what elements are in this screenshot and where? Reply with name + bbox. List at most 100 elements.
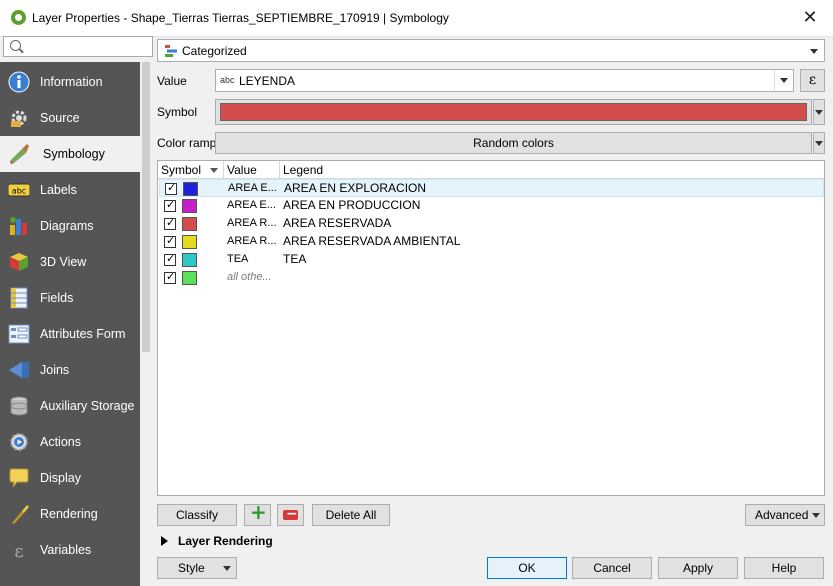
close-button[interactable]: ✕ <box>799 6 821 28</box>
table-row[interactable]: all othe... <box>159 269 824 287</box>
expression-button[interactable]: ε <box>800 69 825 92</box>
variables-icon: ε <box>14 541 23 561</box>
classify-button[interactable]: Classify <box>157 504 237 526</box>
value-label: Value <box>157 74 187 88</box>
column-header-symbol[interactable]: Symbol <box>158 161 224 179</box>
source-icon <box>11 110 27 127</box>
table-row[interactable]: AREA E... AREA EN PRODUCCION <box>159 197 824 215</box>
search-icon <box>10 40 21 51</box>
category-legend: AREA EN EXPLORACION <box>284 181 427 195</box>
advanced-button-label: Advanced <box>755 508 809 522</box>
sidebar-item-label: Symbology <box>43 147 105 161</box>
sidebar-item-auxiliary-storage[interactable]: Auxiliary Storage <box>0 388 140 424</box>
title-bar: Layer Properties - Shape_Tierras Tierras… <box>0 0 833 37</box>
chevron-down-icon <box>815 141 823 146</box>
category-legend: TEA <box>283 252 307 266</box>
help-button[interactable]: Help <box>744 557 824 579</box>
auxiliary-storage-icon <box>10 396 28 416</box>
category-symbol-swatch[interactable] <box>182 199 197 213</box>
category-symbol-swatch[interactable] <box>183 182 198 196</box>
table-row[interactable]: AREA R... AREA RESERVADA <box>159 215 824 233</box>
sidebar-item-rendering[interactable]: Rendering <box>0 496 140 532</box>
category-symbol-swatch[interactable] <box>182 235 197 249</box>
ok-button[interactable]: OK <box>487 557 567 579</box>
sidebar-item-symbology[interactable]: Symbology <box>0 136 140 172</box>
style-button-label: Style <box>178 561 205 575</box>
sidebar-item-labels[interactable]: abc Labels <box>0 172 140 208</box>
sidebar-item-information[interactable]: Information <box>0 64 140 100</box>
sidebar-item-actions[interactable]: Actions <box>0 424 140 460</box>
category-legend: AREA RESERVADA <box>283 216 392 230</box>
apply-button[interactable]: Apply <box>658 557 738 579</box>
sidebar-item-source[interactable]: Source <box>0 100 140 136</box>
category-checkbox[interactable] <box>165 181 177 195</box>
sidebar-item-joins[interactable]: Joins <box>0 352 140 388</box>
category-value: AREA R... <box>227 217 277 229</box>
table-row[interactable]: AREA E... AREA EN EXPLORACION <box>159 179 824 197</box>
sidebar-item-label: Attributes Form <box>40 327 126 341</box>
sidebar: Information Source Symbology abc Labels … <box>0 62 140 586</box>
rendering-icon <box>12 505 29 524</box>
search-input[interactable] <box>3 36 153 57</box>
category-checkbox[interactable] <box>164 270 176 284</box>
sidebar-item-label: Auxiliary Storage <box>40 399 135 413</box>
plus-icon: + <box>250 500 267 524</box>
renderer-type-select[interactable]: Categorized <box>157 39 825 62</box>
table-row[interactable]: TEA TEA <box>159 251 824 269</box>
categories-table[interactable]: Symbol Value Legend AREA E... AREA EN EX… <box>157 160 825 496</box>
sidebar-scrollbar[interactable] <box>140 62 153 586</box>
add-category-button[interactable]: + <box>244 500 271 526</box>
sidebar-item-diagrams[interactable]: Diagrams <box>0 208 140 244</box>
attributes-form-icon <box>8 324 30 344</box>
color-ramp-button[interactable]: Random colors <box>215 132 812 154</box>
value-field-select[interactable]: abc LEYENDA <box>215 69 794 92</box>
sidebar-item-3d-view[interactable]: 3D View <box>0 244 140 280</box>
chevron-down-icon <box>223 566 231 571</box>
style-button[interactable]: Style <box>157 557 237 579</box>
chevron-down-icon <box>810 49 818 54</box>
sidebar-item-label: Labels <box>40 183 77 197</box>
categorized-icon <box>165 45 177 57</box>
expand-arrow-icon[interactable] <box>161 536 168 546</box>
sidebar-item-display[interactable]: Display <box>0 460 140 496</box>
category-symbol-swatch[interactable] <box>182 253 197 267</box>
category-checkbox[interactable] <box>164 252 176 266</box>
category-legend: AREA EN PRODUCCION <box>283 198 421 212</box>
sidebar-item-variables[interactable]: ε Variables <box>0 532 140 568</box>
column-header-value[interactable]: Value <box>224 161 280 179</box>
sidebar-item-label: Source <box>40 111 80 125</box>
sidebar-item-label: Diagrams <box>40 219 94 233</box>
category-symbol-swatch[interactable] <box>182 271 197 285</box>
category-checkbox[interactable] <box>164 216 176 230</box>
scrollbar-thumb[interactable] <box>142 62 150 352</box>
category-checkbox[interactable] <box>164 198 176 212</box>
symbol-menu-button[interactable] <box>813 99 825 125</box>
advanced-button[interactable]: Advanced <box>745 504 825 526</box>
column-header-legend[interactable]: Legend <box>280 161 824 179</box>
sidebar-item-fields[interactable]: Fields <box>0 280 140 316</box>
sidebar-item-label: Joins <box>40 363 70 377</box>
table-row[interactable]: AREA R... AREA RESERVADA AMBIENTAL <box>159 233 824 251</box>
sidebar-item-attributes-form[interactable]: Attributes Form <box>0 316 140 352</box>
sidebar-item-label: Fields <box>40 291 74 305</box>
symbology-icon <box>10 144 29 164</box>
category-symbol-swatch[interactable] <box>182 217 197 231</box>
diagrams-icon <box>10 217 27 235</box>
qgis-logo-icon <box>11 10 26 25</box>
window-title: Layer Properties - Shape_Tierras Tierras… <box>32 11 449 25</box>
delete-all-button[interactable]: Delete All <box>312 504 390 526</box>
renderer-type-label: Categorized <box>182 44 247 58</box>
symbol-button[interactable] <box>215 99 812 125</box>
chevron-down-icon <box>812 513 820 518</box>
minus-icon: − <box>283 506 298 522</box>
category-checkbox[interactable] <box>164 234 176 248</box>
sidebar-item-label: Variables <box>40 543 92 557</box>
remove-category-button[interactable]: − <box>277 504 304 526</box>
cancel-button[interactable]: Cancel <box>572 557 652 579</box>
category-legend: AREA RESERVADA AMBIENTAL <box>283 234 461 248</box>
value-dropdown-button[interactable] <box>774 70 793 91</box>
sidebar-item-label: Display <box>40 471 81 485</box>
color-ramp-menu-button[interactable] <box>813 132 825 154</box>
layer-rendering-toggle[interactable]: Layer Rendering <box>178 534 273 548</box>
symbol-color-swatch <box>220 103 807 121</box>
